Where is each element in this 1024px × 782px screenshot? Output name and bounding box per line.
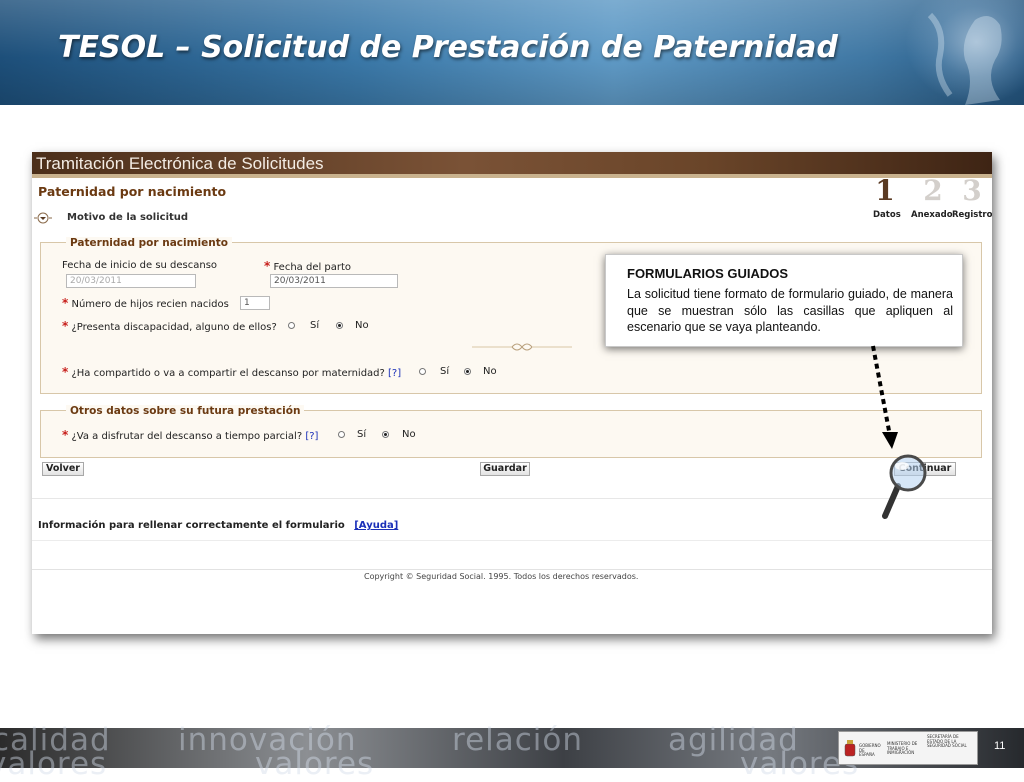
- divider: [32, 498, 992, 499]
- tiempo-parcial-si-label: Sí: [357, 429, 367, 440]
- guardar-button[interactable]: Guardar: [480, 462, 530, 476]
- fecha-parto-input[interactable]: 20/03/2011: [270, 274, 398, 288]
- statue-icon: [927, 12, 1002, 105]
- tiempo-parcial-radio-no[interactable]: [382, 431, 389, 438]
- fecha-parto-row: * Fecha del parto: [264, 259, 351, 273]
- compartido-radio-si[interactable]: [419, 368, 426, 375]
- discapacidad-radio-no[interactable]: [336, 322, 343, 329]
- required-mark: *: [264, 259, 271, 273]
- banner-statue-art: [905, 0, 1024, 105]
- step-1-label: Datos: [873, 210, 901, 220]
- required-mark: *: [62, 319, 69, 333]
- footer-word: relación: [452, 722, 584, 758]
- callout-title: FORMULARIOS GUIADOS: [627, 266, 789, 281]
- coat-of-arms-icon: [844, 740, 856, 757]
- volver-button[interactable]: Volver: [42, 462, 84, 476]
- discapacidad-no-label: No: [355, 320, 369, 331]
- info-text: Información para rellenar correctamente …: [38, 520, 345, 531]
- fecha-inicio-input[interactable]: 20/03/2011: [66, 274, 196, 288]
- step-2-number: 2: [923, 174, 943, 207]
- divider: [32, 569, 992, 570]
- step-2: 2: [920, 177, 946, 205]
- fecha-parto-label: Fecha del parto: [273, 262, 352, 273]
- fecha-inicio-label: Fecha de inicio de su descanso: [62, 260, 218, 271]
- slide-title: TESOL – Solicitud de Prestación de Pater…: [58, 30, 838, 65]
- callout-body: La solicitud tiene formato de formulario…: [627, 287, 953, 334]
- section-toggle-label: Motivo de la solicitud: [67, 212, 189, 223]
- dotted-arrow-icon: [868, 344, 908, 456]
- divider: [32, 540, 992, 541]
- footer-word: valores: [0, 746, 108, 782]
- app-header-underline: [32, 174, 992, 178]
- step-3-label: Registro: [952, 210, 992, 220]
- step-3-number: 3: [962, 174, 982, 207]
- compartido-no-label: No: [483, 366, 497, 377]
- discapacidad-radio-si[interactable]: [288, 322, 295, 329]
- magnifier-icon: [880, 452, 932, 528]
- ayuda-link[interactable]: [Ayuda]: [354, 520, 398, 531]
- fieldset-paternidad-title: Paternidad por nacimiento: [66, 237, 232, 249]
- help-link[interactable]: [?]: [305, 431, 318, 442]
- collapse-toggle-icon[interactable]: [34, 210, 52, 229]
- required-mark: *: [62, 365, 69, 379]
- step-3: 3: [959, 177, 985, 205]
- help-link[interactable]: [?]: [388, 368, 401, 379]
- copyright-text: Copyright © Seguridad Social. 1995. Todo…: [364, 572, 639, 581]
- compartido-radio-no[interactable]: [464, 368, 471, 375]
- discapacidad-si-label: Sí: [310, 320, 320, 331]
- guided-forms-callout: FORMULARIOS GUIADOS La solicitud tiene f…: [605, 254, 963, 347]
- hijos-label: Número de hijos recien nacidos: [71, 299, 229, 310]
- app-header-title: Tramitación Electrónica de Solicitudes: [36, 154, 324, 173]
- discapacidad-row: * ¿Presenta discapacidad, alguno de ello…: [62, 319, 277, 333]
- required-mark: *: [62, 428, 69, 442]
- info-row: Información para rellenar correctamente …: [38, 520, 398, 531]
- fieldset-otros-datos-title: Otros datos sobre su futura prestación: [66, 405, 305, 417]
- tiempo-parcial-radio-si[interactable]: [338, 431, 345, 438]
- logo-gobierno: GOBIERNO DE ESPAÑA: [859, 743, 881, 757]
- page-number: 11: [994, 740, 1006, 752]
- step-1-number: 1: [875, 174, 895, 207]
- hijos-row: * Número de hijos recien nacidos: [62, 296, 229, 310]
- step-2-label: Anexado: [911, 210, 953, 220]
- logo-secretaria: SECRETARÍA DE ESTADO DE LA SEGURIDAD SOC…: [927, 734, 967, 748]
- logo-ministerio: MINISTERIO DE TRABAJO E INMIGRACIÓN: [887, 741, 918, 755]
- compartido-si-label: Sí: [440, 366, 450, 377]
- discapacidad-label: ¿Presenta discapacidad, alguno de ellos?: [71, 322, 277, 333]
- step-1: 1: [872, 177, 898, 205]
- compartido-label: ¿Ha compartido o va a compartir el desca…: [71, 368, 385, 379]
- tiempo-parcial-no-label: No: [402, 429, 416, 440]
- compartido-row: * ¿Ha compartido o va a compartir el des…: [62, 365, 401, 379]
- tiempo-parcial-label: ¿Va a disfrutar del descanso a tiempo pa…: [71, 431, 303, 442]
- government-logos: GOBIERNO DE ESPAÑA MINISTERIO DE TRABAJO…: [838, 731, 978, 765]
- tiempo-parcial-row: * ¿Va a disfrutar del descanso a tiempo …: [62, 428, 318, 442]
- app-screenshot: Tramitación Electrónica de Solicitudes P…: [32, 152, 992, 634]
- required-mark: *: [62, 296, 69, 310]
- page-heading: Paternidad por nacimiento: [38, 184, 227, 199]
- footer-word: valores: [255, 746, 375, 782]
- hijos-input[interactable]: 1: [240, 296, 270, 310]
- ornament-icon: [472, 339, 572, 358]
